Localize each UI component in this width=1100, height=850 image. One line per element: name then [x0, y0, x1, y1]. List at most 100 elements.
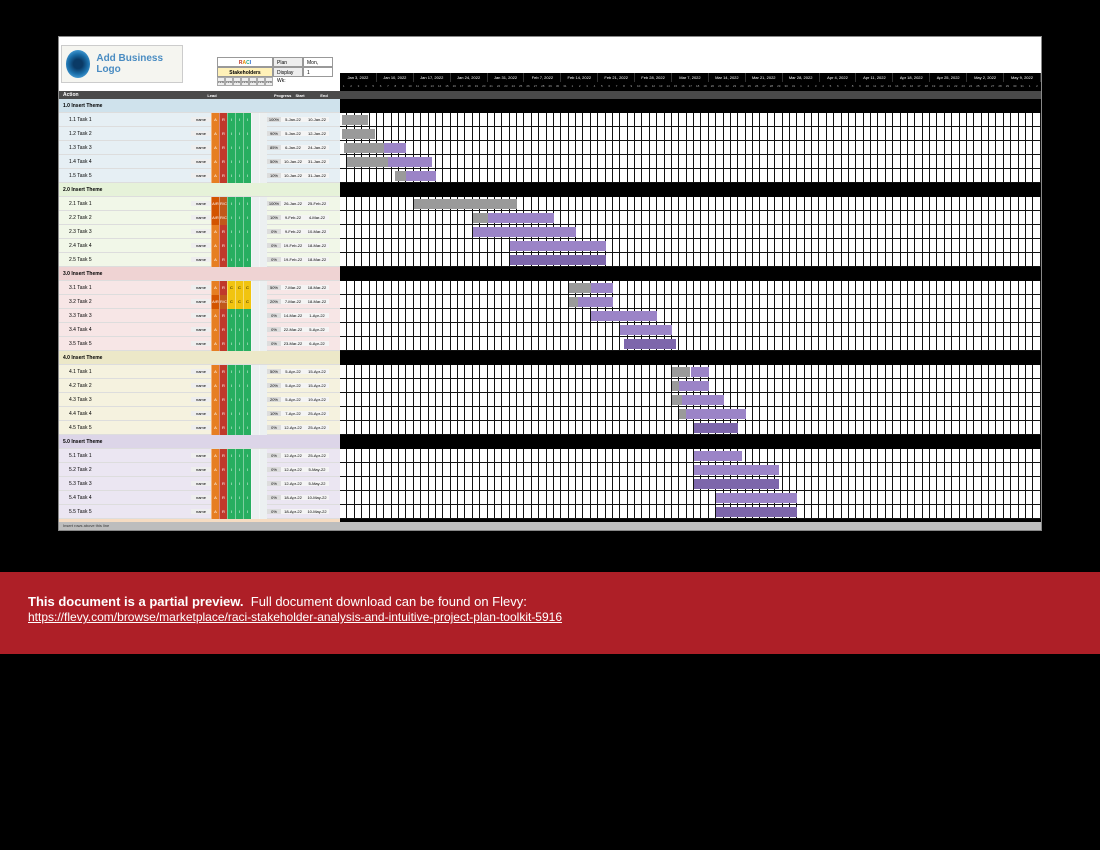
- task-row[interactable]: 5.4 Task 4nameARIII0%18-Apr-2210-May-22: [59, 491, 340, 505]
- theme-row[interactable]: 1.0 Insert Theme: [59, 99, 340, 113]
- task-row[interactable]: 5.2 Task 2nameARIII0%12-Apr-225-May-22: [59, 463, 340, 477]
- task-start[interactable]: 12-Apr-22: [281, 425, 305, 430]
- task-end[interactable]: 31-Jan-22: [305, 173, 329, 178]
- plan-start-value[interactable]: Mon, 1/3/2022: [303, 57, 333, 67]
- task-progress[interactable]: 0%: [267, 425, 281, 430]
- gantt-bar[interactable]: [620, 325, 672, 335]
- task-progress[interactable]: 10%: [267, 173, 281, 178]
- banner-link[interactable]: https://flevy.com/browse/marketplace/rac…: [28, 610, 562, 624]
- raci-cells[interactable]: ARIII: [211, 477, 267, 491]
- task-progress[interactable]: 50%: [267, 285, 281, 290]
- task-end[interactable]: 4-Mar-22: [305, 215, 329, 220]
- task-lead[interactable]: name: [191, 467, 211, 472]
- task-progress[interactable]: 20%: [267, 397, 281, 402]
- task-progress[interactable]: 0%: [267, 229, 281, 234]
- task-end[interactable]: 10-May-22: [305, 509, 329, 514]
- task-row[interactable]: 2.3 Task 3nameARIII0%9-Feb-2210-Mar-22: [59, 225, 340, 239]
- task-progress[interactable]: 20%: [267, 299, 281, 304]
- task-row[interactable]: 2.2 Task 2nameA/RR/CIII10%9-Feb-224-Mar-…: [59, 211, 340, 225]
- task-start[interactable]: 12-Apr-22: [281, 481, 305, 486]
- gantt-bar[interactable]: [569, 297, 578, 307]
- task-progress[interactable]: 50%: [267, 159, 281, 164]
- task-row[interactable]: 3.4 Task 4nameARIII0%22-Mar-225-Apr-22: [59, 323, 340, 337]
- task-row[interactable]: 2.5 Task 5nameARIII0%19-Feb-2218-Mar-22: [59, 253, 340, 267]
- task-progress[interactable]: 90%: [267, 131, 281, 136]
- task-start[interactable]: 7-Mar-22: [281, 285, 305, 290]
- task-row[interactable]: 1.3 Task 3nameARIII85%6-Jan-2224-Jan-22: [59, 141, 340, 155]
- gantt-bar[interactable]: [682, 395, 723, 405]
- task-lead[interactable]: name: [191, 299, 211, 304]
- task-progress[interactable]: 20%: [267, 383, 281, 388]
- task-start[interactable]: 5-Apr-22: [281, 397, 305, 402]
- raci-cells[interactable]: ARIII: [211, 169, 267, 183]
- task-row[interactable]: 4.4 Task 4nameARIII10%7-Apr-2225-Apr-22: [59, 407, 340, 421]
- task-progress[interactable]: 100%: [267, 117, 281, 122]
- task-progress[interactable]: 0%: [267, 257, 281, 262]
- task-end[interactable]: 19-Apr-22: [305, 397, 329, 402]
- raci-cells[interactable]: A/RR/CIII: [211, 211, 267, 225]
- task-row[interactable]: 4.3 Task 3nameARIII20%5-Apr-2219-Apr-22: [59, 393, 340, 407]
- gantt-bar[interactable]: [691, 367, 709, 377]
- logo-placeholder[interactable]: Add Business Logo: [61, 45, 183, 83]
- task-progress[interactable]: 10%: [267, 411, 281, 416]
- gantt-bar[interactable]: [672, 381, 679, 391]
- gantt-bar[interactable]: [672, 395, 682, 405]
- task-lead[interactable]: name: [191, 285, 211, 290]
- task-start[interactable]: 23-Mar-22: [281, 341, 305, 346]
- task-lead[interactable]: name: [191, 383, 211, 388]
- task-end[interactable]: 18-Mar-22: [305, 285, 329, 290]
- display-week-value[interactable]: 1: [303, 67, 333, 77]
- task-start[interactable]: 14-Mar-22: [281, 313, 305, 318]
- raci-cells[interactable]: ARIII: [211, 141, 267, 155]
- raci-cells[interactable]: ARIII: [211, 253, 267, 267]
- task-lead[interactable]: name: [191, 159, 211, 164]
- task-start[interactable]: 18-Apr-22: [281, 509, 305, 514]
- gantt-bar[interactable]: [384, 143, 406, 153]
- raci-cells[interactable]: ARIII: [211, 463, 267, 477]
- task-progress[interactable]: 0%: [267, 509, 281, 514]
- task-end[interactable]: 25-Apr-22: [305, 453, 329, 458]
- task-start[interactable]: 18-Apr-22: [281, 495, 305, 500]
- gantt-bar[interactable]: [510, 241, 606, 251]
- gantt-bar[interactable]: [473, 213, 488, 223]
- gantt-bar[interactable]: [347, 157, 388, 167]
- task-lead[interactable]: name: [191, 229, 211, 234]
- task-progress[interactable]: 0%: [267, 327, 281, 332]
- task-lead[interactable]: name: [191, 495, 211, 500]
- task-row[interactable]: 3.1 Task 1nameARCCC50%7-Mar-2218-Mar-22: [59, 281, 340, 295]
- task-progress[interactable]: 50%: [267, 369, 281, 374]
- task-start[interactable]: 9-Feb-22: [281, 229, 305, 234]
- task-start[interactable]: 5-Jan-22: [281, 131, 305, 136]
- task-row[interactable]: 1.5 Task 5nameARIII10%10-Jan-2231-Jan-22: [59, 169, 340, 183]
- task-lead[interactable]: name: [191, 481, 211, 486]
- gantt-bar[interactable]: [395, 171, 406, 181]
- task-start[interactable]: 7-Mar-22: [281, 299, 305, 304]
- gantt-bar[interactable]: [624, 339, 676, 349]
- gantt-bar[interactable]: [679, 381, 709, 391]
- raci-cells[interactable]: ARIII: [211, 379, 267, 393]
- task-row[interactable]: 5.1 Task 1nameARIII0%12-Apr-2225-Apr-22: [59, 449, 340, 463]
- raci-cells[interactable]: ARIII: [211, 407, 267, 421]
- task-end[interactable]: 24-Jan-22: [305, 145, 329, 150]
- raci-cells[interactable]: ARIII: [211, 127, 267, 141]
- task-start[interactable]: 10-Jan-22: [281, 173, 305, 178]
- task-end[interactable]: 31-Jan-22: [305, 159, 329, 164]
- raci-cells[interactable]: ARIII: [211, 225, 267, 239]
- task-start[interactable]: 5-Jan-22: [281, 117, 305, 122]
- raci-cells[interactable]: ARIII: [211, 505, 267, 519]
- task-row[interactable]: 3.2 Task 2nameA/RR/CCCC20%7-Mar-2218-Mar…: [59, 295, 340, 309]
- task-lead[interactable]: name: [191, 425, 211, 430]
- gantt-bar[interactable]: [694, 479, 779, 489]
- task-row[interactable]: 4.5 Task 5nameARIII0%12-Apr-2225-Apr-22: [59, 421, 340, 435]
- task-progress[interactable]: 0%: [267, 481, 281, 486]
- task-lead[interactable]: name: [191, 173, 211, 178]
- task-end[interactable]: 25-Apr-22: [305, 425, 329, 430]
- task-end[interactable]: 25-Apr-22: [305, 411, 329, 416]
- gantt-bar[interactable]: [716, 507, 797, 517]
- task-start[interactable]: 26-Jan-22: [281, 201, 305, 206]
- raci-cells[interactable]: ARIII: [211, 449, 267, 463]
- task-end[interactable]: 5-Apr-22: [305, 327, 329, 332]
- task-end[interactable]: 15-Apr-22: [305, 369, 329, 374]
- task-lead[interactable]: name: [191, 131, 211, 136]
- gantt-bar[interactable]: [694, 423, 738, 433]
